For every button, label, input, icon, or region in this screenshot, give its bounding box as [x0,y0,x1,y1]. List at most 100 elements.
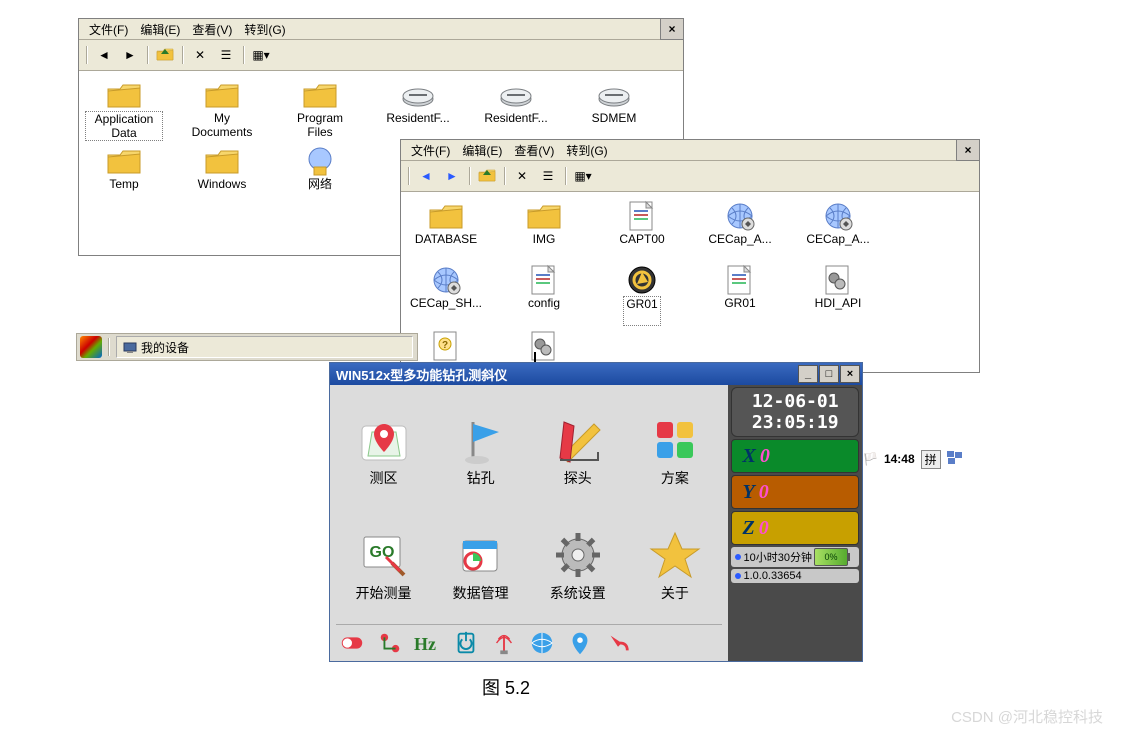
battery-icon: 0% [814,548,848,566]
menubar: 文件(F) 编辑(E) 查看(V) 转到(G) × [401,140,979,161]
file-item[interactable]: Windows [183,145,261,205]
views-button[interactable]: ▦▾ [571,164,595,188]
icon-view[interactable]: DATABASE IMG CAPT00 CECap_A... CECap_A... CEC… [401,192,979,372]
app-cell-flag[interactable]: 钻孔 [433,393,528,507]
cell-label: 系统设置 [550,583,606,603]
file-label: Program Files [281,111,359,139]
menu-file[interactable]: 文件(F) [83,19,134,40]
win512x-app-window: WIN512x型多功能钻孔测斜仪 _ □ × 测区钻孔探头方案GO开始测量数据管… [329,362,863,662]
tool-globe[interactable] [528,629,556,657]
gear-icon [550,527,606,583]
file-item[interactable]: 网络 [281,145,359,205]
app-cell-ruler[interactable]: 探头 [530,393,625,507]
system-tray: 🏳️ 14:48 拼 [863,448,963,470]
file-item[interactable]: HDI_API [799,264,877,326]
app-cell-db[interactable]: 数据管理 [433,509,528,623]
close-button[interactable]: × [660,18,684,40]
app-cell-pin[interactable]: 测区 [336,393,431,507]
tool-power[interactable] [452,629,480,657]
close-button[interactable]: × [840,365,860,383]
status-version: 1.0.0.33654 [731,569,859,583]
menu-goto[interactable]: 转到(G) [560,140,613,161]
file-label: My Documents [183,111,261,139]
forward-button[interactable]: ► [440,164,464,188]
toolbar: ◄ ► ✕ ☰ ▦▾ [79,40,683,71]
tool-hz[interactable]: Hz [414,629,442,657]
tray-windows-icon[interactable] [947,451,963,468]
menu-goto[interactable]: 转到(G) [238,19,291,40]
maximize-button[interactable]: □ [819,365,839,383]
file-item[interactable]: CECap_SH... [407,264,485,326]
menu-view[interactable]: 查看(V) [508,140,560,161]
flag-icon [453,412,509,468]
tool-gps[interactable] [566,629,594,657]
file-item[interactable]: ResidentF... [477,79,555,141]
toolbar: ◄ ► ✕ ☰ ▦▾ [401,161,979,192]
file-item[interactable]: CAPT00 [603,200,681,260]
menu-edit[interactable]: 编辑(E) [456,140,508,161]
menu-view[interactable]: 查看(V) [186,19,238,40]
properties-button[interactable]: ☰ [214,43,238,67]
file-item[interactable]: SDMEM [575,79,653,141]
clock-date: 12-06-01 [732,391,858,412]
file-item[interactable]: My Documents [183,79,261,141]
task-button-mydevices[interactable]: 我的设备 [116,336,413,358]
cell-label: 关于 [661,583,689,603]
close-button[interactable]: × [956,139,980,161]
file-item[interactable]: Temp [85,145,163,205]
properties-button[interactable]: ☰ [536,164,560,188]
file-item[interactable]: GR01 [701,264,779,326]
cell-label: 数据管理 [453,583,509,603]
tool-switch[interactable] [338,629,366,657]
cell-label: 钻孔 [467,468,495,488]
file-label: DATABASE [413,232,479,260]
file-item[interactable]: CECap_A... [701,200,779,260]
app-cell-palette[interactable]: 方案 [627,393,722,507]
clock-time: 23:05:19 [732,412,858,433]
file-item[interactable]: CECap_A... [799,200,877,260]
axis-y: Y0 [731,475,859,509]
file-item[interactable]: Program Files [281,79,359,141]
menu-file[interactable]: 文件(F) [405,140,456,161]
file-label: Windows [196,177,249,205]
up-button[interactable] [153,43,177,67]
ime-indicator[interactable]: 拼 [921,450,941,469]
file-item[interactable]: ResidentF... [379,79,457,141]
taskbar: 我的设备 [76,333,418,361]
cell-label: 开始测量 [356,583,412,603]
cell-label: 方案 [661,468,689,488]
up-button[interactable] [475,164,499,188]
file-item[interactable]: IMG [505,200,583,260]
file-item[interactable]: Application Data [85,79,163,141]
tool-hair[interactable] [604,629,632,657]
svg-text:Hz: Hz [414,634,436,654]
menu-edit[interactable]: 编辑(E) [134,19,186,40]
tool-connect[interactable] [376,629,404,657]
back-button[interactable]: ◄ [92,43,116,67]
file-item[interactable]: config [505,264,583,326]
file-label: ResidentF... [384,111,451,139]
menubar: 文件(F) 编辑(E) 查看(V) 转到(G) × [79,19,683,40]
forward-button[interactable]: ► [118,43,142,67]
file-label: SDMEM [590,111,639,139]
app-cell-star[interactable]: 关于 [627,509,722,623]
app-cell-go[interactable]: GO开始测量 [336,509,431,623]
pin-icon [356,412,412,468]
app-cell-gear[interactable]: 系统设置 [530,509,625,623]
delete-button[interactable]: ✕ [188,43,212,67]
back-button[interactable]: ◄ [414,164,438,188]
start-button[interactable] [80,336,102,358]
file-label: ResidentF... [482,111,549,139]
file-item[interactable]: DATABASE [407,200,485,260]
minimize-button[interactable]: _ [798,365,818,383]
tray-flag-icon[interactable]: 🏳️ [863,452,878,466]
ruler-icon [550,412,606,468]
views-button[interactable]: ▦▾ [249,43,273,67]
file-item[interactable]: GR01 [603,264,681,326]
tool-row: Hz [336,624,722,657]
db-icon [453,527,509,583]
file-label: CAPT00 [617,232,666,260]
figure-caption: 图 5.2 [482,674,530,700]
tool-antenna[interactable] [490,629,518,657]
delete-button[interactable]: ✕ [510,164,534,188]
